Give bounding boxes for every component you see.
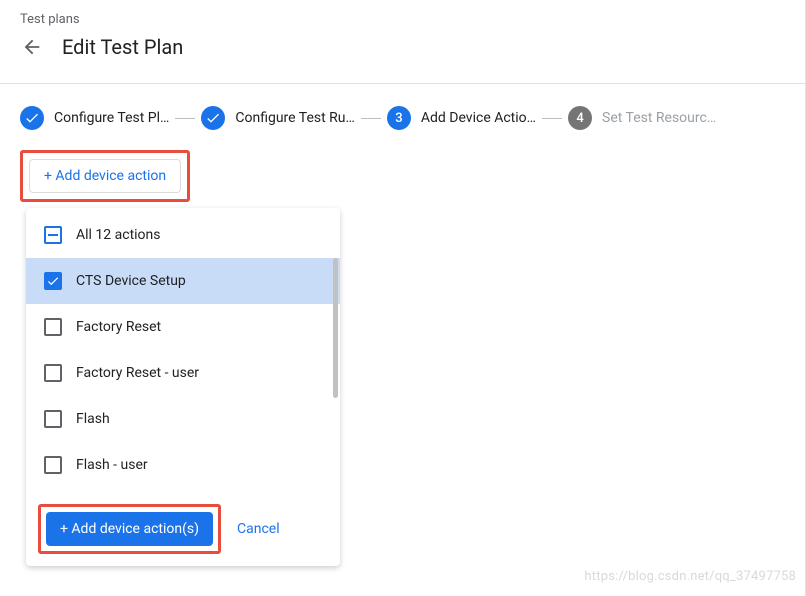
- step-1[interactable]: Configure Test Pl…: [20, 106, 169, 130]
- add-device-actions-confirm-button[interactable]: + Add device action(s): [46, 512, 213, 546]
- list-item-all[interactable]: All 12 actions: [26, 212, 340, 258]
- checkbox-checked-icon[interactable]: [44, 272, 62, 290]
- list-item-label: All 12 actions: [76, 227, 161, 243]
- list-item-label: Flash: [76, 411, 110, 427]
- back-arrow-icon[interactable]: [20, 35, 44, 59]
- device-action-dropdown: All 12 actions CTS Device Setup Factory …: [26, 208, 340, 566]
- list-item-label: Flash - user: [76, 457, 148, 473]
- checkbox-unchecked-icon[interactable]: [44, 456, 62, 474]
- watermark: https://blog.csdn.net/qq_37497758: [584, 569, 796, 584]
- step-2[interactable]: Configure Test Ru…: [201, 106, 355, 130]
- highlight-box: + Add device action(s): [38, 504, 221, 554]
- cancel-button[interactable]: Cancel: [237, 521, 280, 537]
- step-label: Configure Test Ru…: [235, 110, 355, 126]
- scrollbar[interactable]: [333, 258, 338, 398]
- step-4[interactable]: 4 Set Test Resourc…: [568, 106, 716, 130]
- checkbox-unchecked-icon[interactable]: [44, 364, 62, 382]
- check-icon: [20, 106, 44, 130]
- checkbox-indeterminate-icon[interactable]: [44, 226, 62, 244]
- step-connector: [175, 118, 195, 119]
- step-connector: [361, 118, 381, 119]
- highlight-box: + Add device action: [20, 150, 190, 202]
- step-label: Set Test Resourc…: [602, 110, 716, 126]
- dropdown-list[interactable]: All 12 actions CTS Device Setup Factory …: [26, 208, 340, 492]
- step-number-icon: 3: [387, 106, 411, 130]
- step-number-icon: 4: [568, 106, 592, 130]
- stepper: Configure Test Pl… Configure Test Ru… 3 …: [0, 84, 806, 150]
- content-area: + Add device action All 12 actions CTS D…: [0, 150, 806, 566]
- list-item-label: Factory Reset: [76, 319, 161, 335]
- dropdown-footer: + Add device action(s) Cancel: [26, 492, 340, 566]
- step-connector: [542, 118, 562, 119]
- step-label: Add Device Actio…: [421, 110, 536, 126]
- list-item[interactable]: Flash: [26, 396, 340, 442]
- checkbox-unchecked-icon[interactable]: [44, 318, 62, 336]
- step-3[interactable]: 3 Add Device Actio…: [387, 106, 536, 130]
- list-item[interactable]: Factory Reset - user: [26, 350, 340, 396]
- list-item[interactable]: Factory Reset: [26, 304, 340, 350]
- list-item-label: CTS Device Setup: [76, 273, 186, 289]
- check-icon: [201, 106, 225, 130]
- list-item-label: Factory Reset - user: [76, 365, 199, 381]
- add-device-action-button[interactable]: + Add device action: [29, 159, 181, 193]
- breadcrumb[interactable]: Test plans: [20, 12, 786, 27]
- list-item[interactable]: CTS Device Setup: [26, 258, 340, 304]
- page-header: Test plans Edit Test Plan: [0, 0, 806, 67]
- title-row: Edit Test Plan: [20, 35, 786, 59]
- page-title: Edit Test Plan: [62, 35, 183, 59]
- checkbox-unchecked-icon[interactable]: [44, 410, 62, 428]
- step-label: Configure Test Pl…: [54, 110, 169, 126]
- list-item[interactable]: Flash - user: [26, 442, 340, 488]
